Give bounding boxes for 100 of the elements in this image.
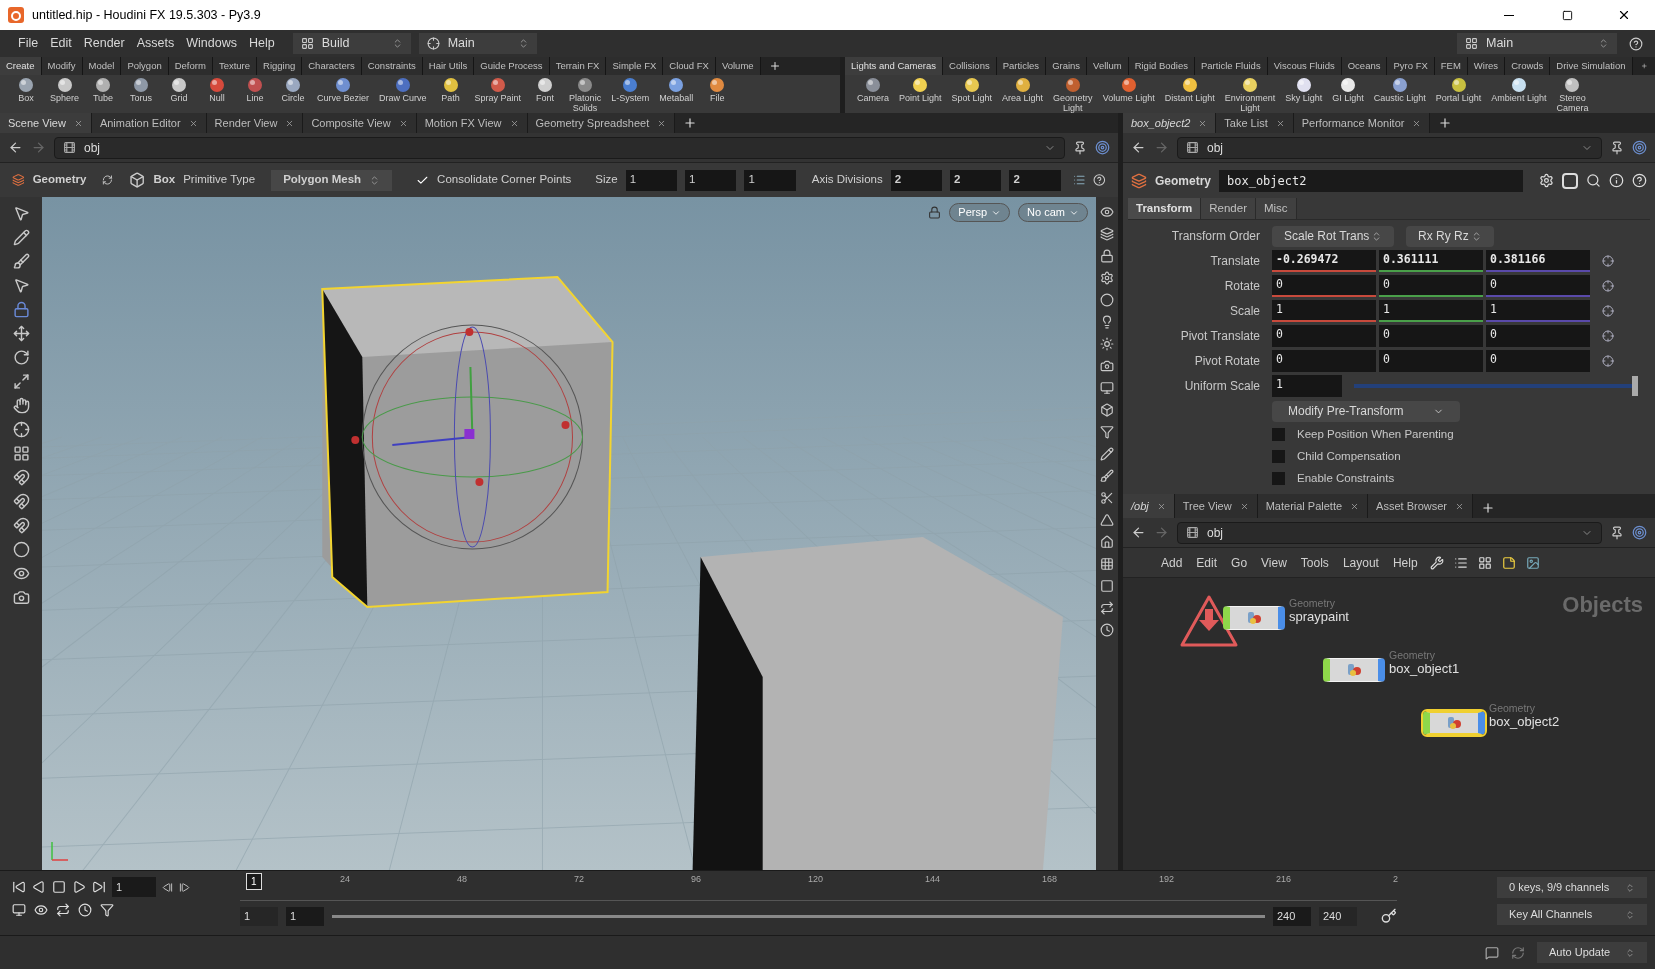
shelf-tab[interactable]: Particle Fluids — [1194, 57, 1268, 75]
crosshair-icon[interactable] — [12, 421, 30, 438]
pane-tab[interactable]: Animation Editor — [91, 113, 207, 133]
shelf-tool[interactable]: Spray Paint — [470, 75, 526, 103]
number-field[interactable]: 1 — [625, 169, 678, 191]
tree-icon[interactable] — [1453, 555, 1468, 570]
number-field[interactable]: 0 — [1486, 350, 1590, 372]
shelf-tool[interactable]: Caustic Light — [1369, 75, 1430, 103]
note-icon[interactable] — [1501, 555, 1516, 570]
primitive-type-menu[interactable]: Polygon Mesh — [271, 169, 393, 191]
keys-menu[interactable]: 0 keys, 9/9 channels — [1497, 877, 1647, 898]
shelf-tab[interactable]: Particles — [996, 57, 1047, 75]
lock-icon[interactable] — [1100, 249, 1114, 263]
refresh-icon[interactable] — [102, 174, 114, 186]
clock-icon[interactable] — [1100, 623, 1114, 637]
desktop-selector[interactable]: Main — [1457, 33, 1617, 54]
close-icon[interactable] — [1617, 8, 1631, 22]
brush-icon[interactable] — [12, 253, 30, 270]
menu-item[interactable]: Assets — [130, 34, 181, 53]
help-icon[interactable] — [1093, 173, 1106, 187]
shelf-tool[interactable]: Font — [527, 75, 564, 103]
number-field[interactable]: 0 — [1379, 350, 1483, 372]
frame-field[interactable]: 240 — [1273, 906, 1311, 926]
minimize-icon[interactable] — [1504, 14, 1514, 16]
number-field[interactable]: 0 — [1272, 350, 1376, 372]
shelf-tab[interactable]: Guide Process — [474, 57, 550, 75]
shelf-tool[interactable]: Environment Light — [1220, 75, 1280, 113]
path-field[interactable]: obj — [1177, 136, 1602, 159]
refresh-icon[interactable] — [1511, 945, 1525, 960]
menu-item[interactable]: Help — [242, 34, 281, 53]
shelf-tab[interactable]: Viscous Fluids — [1267, 57, 1342, 75]
number-field[interactable]: 1 — [685, 169, 737, 191]
add-tab-icon[interactable] — [768, 60, 781, 72]
maximize-icon[interactable] — [1562, 9, 1573, 21]
shelf-tool[interactable]: Tube — [85, 75, 122, 103]
section-tab[interactable]: Transform — [1128, 198, 1202, 219]
shelf-tool[interactable]: Null — [199, 75, 236, 103]
shelf-tab[interactable]: Rigid Bodies — [1128, 57, 1195, 75]
target-icon[interactable] — [1632, 140, 1647, 155]
node-tile[interactable] — [1423, 711, 1485, 735]
shelf-tool[interactable]: Sphere — [46, 75, 84, 103]
shelf-tool[interactable]: Distant Light — [1160, 75, 1219, 103]
shelf-tool[interactable]: Area Light — [998, 75, 1048, 103]
shelf-tab[interactable]: Texture — [212, 57, 258, 75]
target-icon[interactable] — [1632, 525, 1647, 540]
shelf-tool[interactable]: Path — [432, 75, 469, 103]
add-tab-icon[interactable] — [683, 116, 698, 130]
number-field[interactable]: 1 — [1379, 300, 1483, 322]
dropdown-menu[interactable]: Scale Rot Trans — [1272, 225, 1394, 247]
menu-item[interactable]: Go — [1225, 553, 1254, 572]
number-field[interactable]: 0 — [1379, 275, 1483, 297]
grid-icon[interactable] — [12, 445, 30, 462]
number-field[interactable]: 2 — [950, 169, 1002, 191]
message-icon[interactable] — [1485, 945, 1499, 960]
move-icon[interactable] — [12, 325, 30, 342]
magnet-icon[interactable] — [12, 517, 30, 534]
monitor-icon[interactable] — [12, 903, 26, 917]
pin-icon[interactable] — [1073, 140, 1087, 155]
rotate-icon[interactable] — [12, 349, 30, 366]
shelf-tool[interactable]: Sky Light — [1281, 75, 1327, 103]
camera-icon[interactable] — [1100, 359, 1114, 373]
pin-icon[interactable] — [1610, 525, 1624, 540]
node-name-field[interactable]: box_object2 — [1219, 169, 1524, 192]
layers-icon[interactable] — [1100, 227, 1114, 241]
desktop-selector[interactable]: Build — [292, 33, 411, 54]
shelf-tab[interactable]: Characters — [302, 57, 362, 75]
target-icon[interactable] — [1095, 140, 1110, 155]
pin-icon[interactable] — [1610, 140, 1624, 155]
number-field[interactable]: 2 — [890, 169, 943, 191]
shelf-tool[interactable]: GI Light — [1328, 75, 1368, 103]
menu-item[interactable]: Add — [1155, 553, 1189, 572]
shelf-tool[interactable]: Portal Light — [1431, 75, 1486, 103]
pencil-icon[interactable] — [1100, 447, 1114, 461]
monitor-icon[interactable] — [1100, 381, 1114, 395]
shelf-tab[interactable]: FEM — [1434, 57, 1468, 75]
shelf-tab[interactable]: Hair Utils — [422, 57, 475, 75]
shelf-tab[interactable]: Lights and Cameras — [845, 57, 944, 75]
filter-icon[interactable] — [100, 903, 114, 917]
number-field[interactable]: -0.269472 — [1272, 250, 1376, 272]
add-tab-icon[interactable] — [1438, 116, 1453, 130]
shelf-tool[interactable]: Draw Curve — [375, 75, 431, 103]
shelf-tool[interactable]: Metaball — [655, 75, 698, 103]
shelf-tab[interactable]: Wires — [1467, 57, 1506, 75]
play-backward-icon[interactable] — [32, 880, 46, 894]
pane-tab[interactable]: Asset Browser — [1368, 494, 1474, 518]
search-icon[interactable] — [1586, 173, 1602, 188]
shelf-tool[interactable]: Stereo Camera — [1552, 75, 1593, 113]
shelf-tool[interactable]: Geometry Light — [1049, 75, 1097, 113]
triangle-icon[interactable] — [1100, 513, 1114, 527]
shelf-tab[interactable]: Collisions — [943, 57, 997, 75]
viewport-scene-drawing[interactable] — [42, 197, 1096, 870]
number-field[interactable]: 0 — [1272, 275, 1376, 297]
shelf-tool[interactable]: Volume Light — [1098, 75, 1159, 103]
key-mode-menu[interactable]: Key All Channels — [1497, 904, 1647, 925]
wrench-icon[interactable] — [1429, 555, 1444, 570]
number-field[interactable]: 0.361111 — [1379, 250, 1483, 272]
help-icon[interactable] — [1629, 36, 1643, 51]
settings-icon[interactable] — [1539, 173, 1555, 188]
number-field[interactable]: 1 — [744, 169, 796, 191]
pane-tab[interactable]: Render View — [206, 113, 304, 133]
